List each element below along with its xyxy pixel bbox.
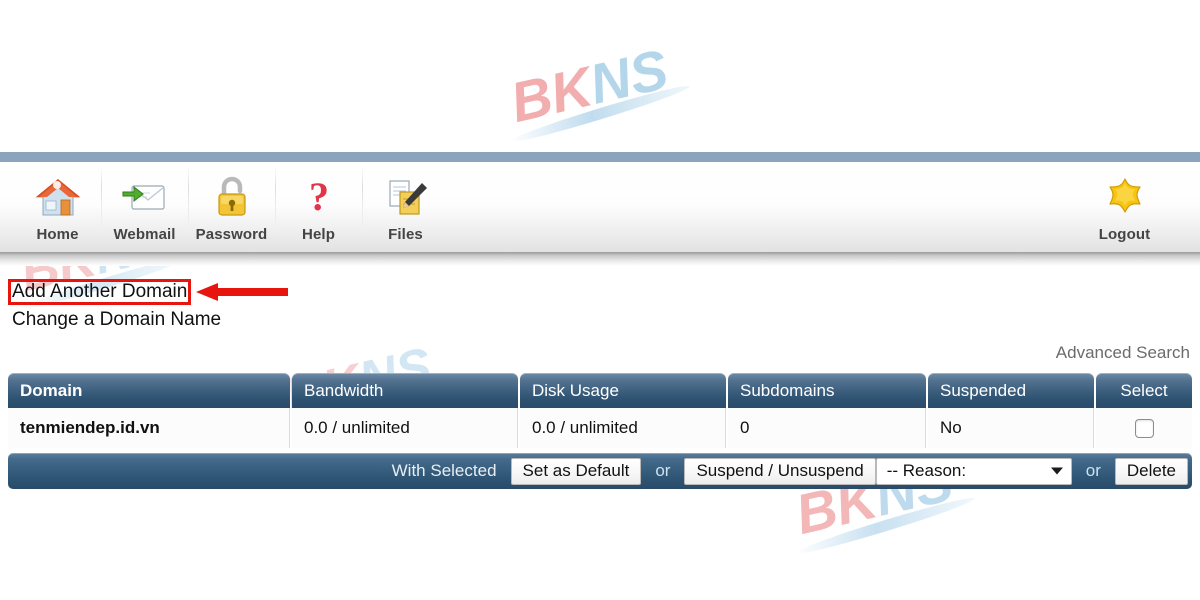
toolbar-label: Home: [36, 226, 79, 243]
annotation-arrow-icon: [196, 283, 288, 301]
toolbar-item-home[interactable]: Home: [14, 162, 101, 254]
watermark-bkns: BKNS: [505, 37, 692, 147]
toolbar-item-webmail[interactable]: Webmail: [101, 162, 188, 254]
toolbar-item-files[interactable]: Files: [362, 162, 449, 254]
table-row: tenmiendep.id.vn 0.0 / unlimited 0.0 / u…: [8, 408, 1192, 448]
bulk-action-bar: With Selected Set as Default or Suspend …: [8, 453, 1192, 489]
toolbar-label: Files: [388, 226, 423, 243]
table-header-row: Domain Bandwidth Disk Usage Subdomains S…: [8, 373, 1192, 408]
toolbar-item-password[interactable]: Password: [188, 162, 275, 254]
question-mark-icon: ?: [309, 174, 329, 219]
column-header-bandwidth[interactable]: Bandwidth: [292, 373, 518, 408]
cell-subdomains: 0: [728, 408, 926, 448]
row-select-checkbox[interactable]: [1134, 418, 1154, 438]
reason-select[interactable]: -- Reason:: [875, 457, 1072, 485]
suspend-unsuspend-button[interactable]: Suspend / Unsuspend: [684, 457, 876, 485]
svg-text:?: ?: [309, 174, 329, 219]
envelope-arrow-icon: [122, 185, 165, 210]
toolbar-item-logout[interactable]: Logout: [1081, 162, 1168, 254]
column-header-subdomains[interactable]: Subdomains: [728, 373, 926, 408]
toolbar-label: Help: [302, 226, 335, 243]
delete-button[interactable]: Delete: [1114, 457, 1188, 485]
cell-select: [1096, 408, 1192, 448]
documents-pencil-icon: [388, 180, 427, 215]
set-as-default-button[interactable]: Set as Default: [510, 457, 642, 485]
advanced-search-link[interactable]: Advanced Search: [1056, 343, 1190, 363]
reason-select-value: -- Reason:: [886, 461, 967, 480]
cell-disk-usage: 0.0 / unlimited: [520, 408, 726, 448]
column-header-disk-usage[interactable]: Disk Usage: [520, 373, 726, 408]
house-icon: [35, 179, 80, 216]
or-separator: or: [1085, 461, 1101, 480]
or-separator: or: [655, 461, 671, 480]
main-toolbar: Home Webmail Password ? Help Files Logou…: [0, 152, 1200, 266]
toolbar-item-help[interactable]: ? Help: [275, 162, 362, 254]
cell-domain: tenmiendep.id.vn: [8, 408, 290, 448]
annotation-highlight-box: [8, 279, 191, 305]
padlock-icon: [217, 176, 246, 216]
column-header-suspended[interactable]: Suspended: [928, 373, 1094, 408]
watermark-swoosh: [509, 80, 692, 147]
cell-suspended: No: [928, 408, 1094, 448]
toolbar-label: Webmail: [113, 226, 176, 243]
column-header-select[interactable]: Select: [1096, 373, 1192, 408]
toolbar-label: Password: [195, 226, 268, 243]
toolbar-label: Logout: [1098, 226, 1151, 243]
star-icon: [1108, 178, 1141, 213]
change-domain-name-link[interactable]: Change a Domain Name: [0, 309, 400, 331]
domains-table: Domain Bandwidth Disk Usage Subdomains S…: [8, 373, 1192, 448]
with-selected-label: With Selected: [391, 461, 497, 480]
column-header-domain[interactable]: Domain: [8, 373, 290, 408]
chevron-down-icon: [1050, 467, 1063, 475]
watermark-swoosh: [794, 492, 977, 559]
cell-bandwidth: 0.0 / unlimited: [292, 408, 518, 448]
